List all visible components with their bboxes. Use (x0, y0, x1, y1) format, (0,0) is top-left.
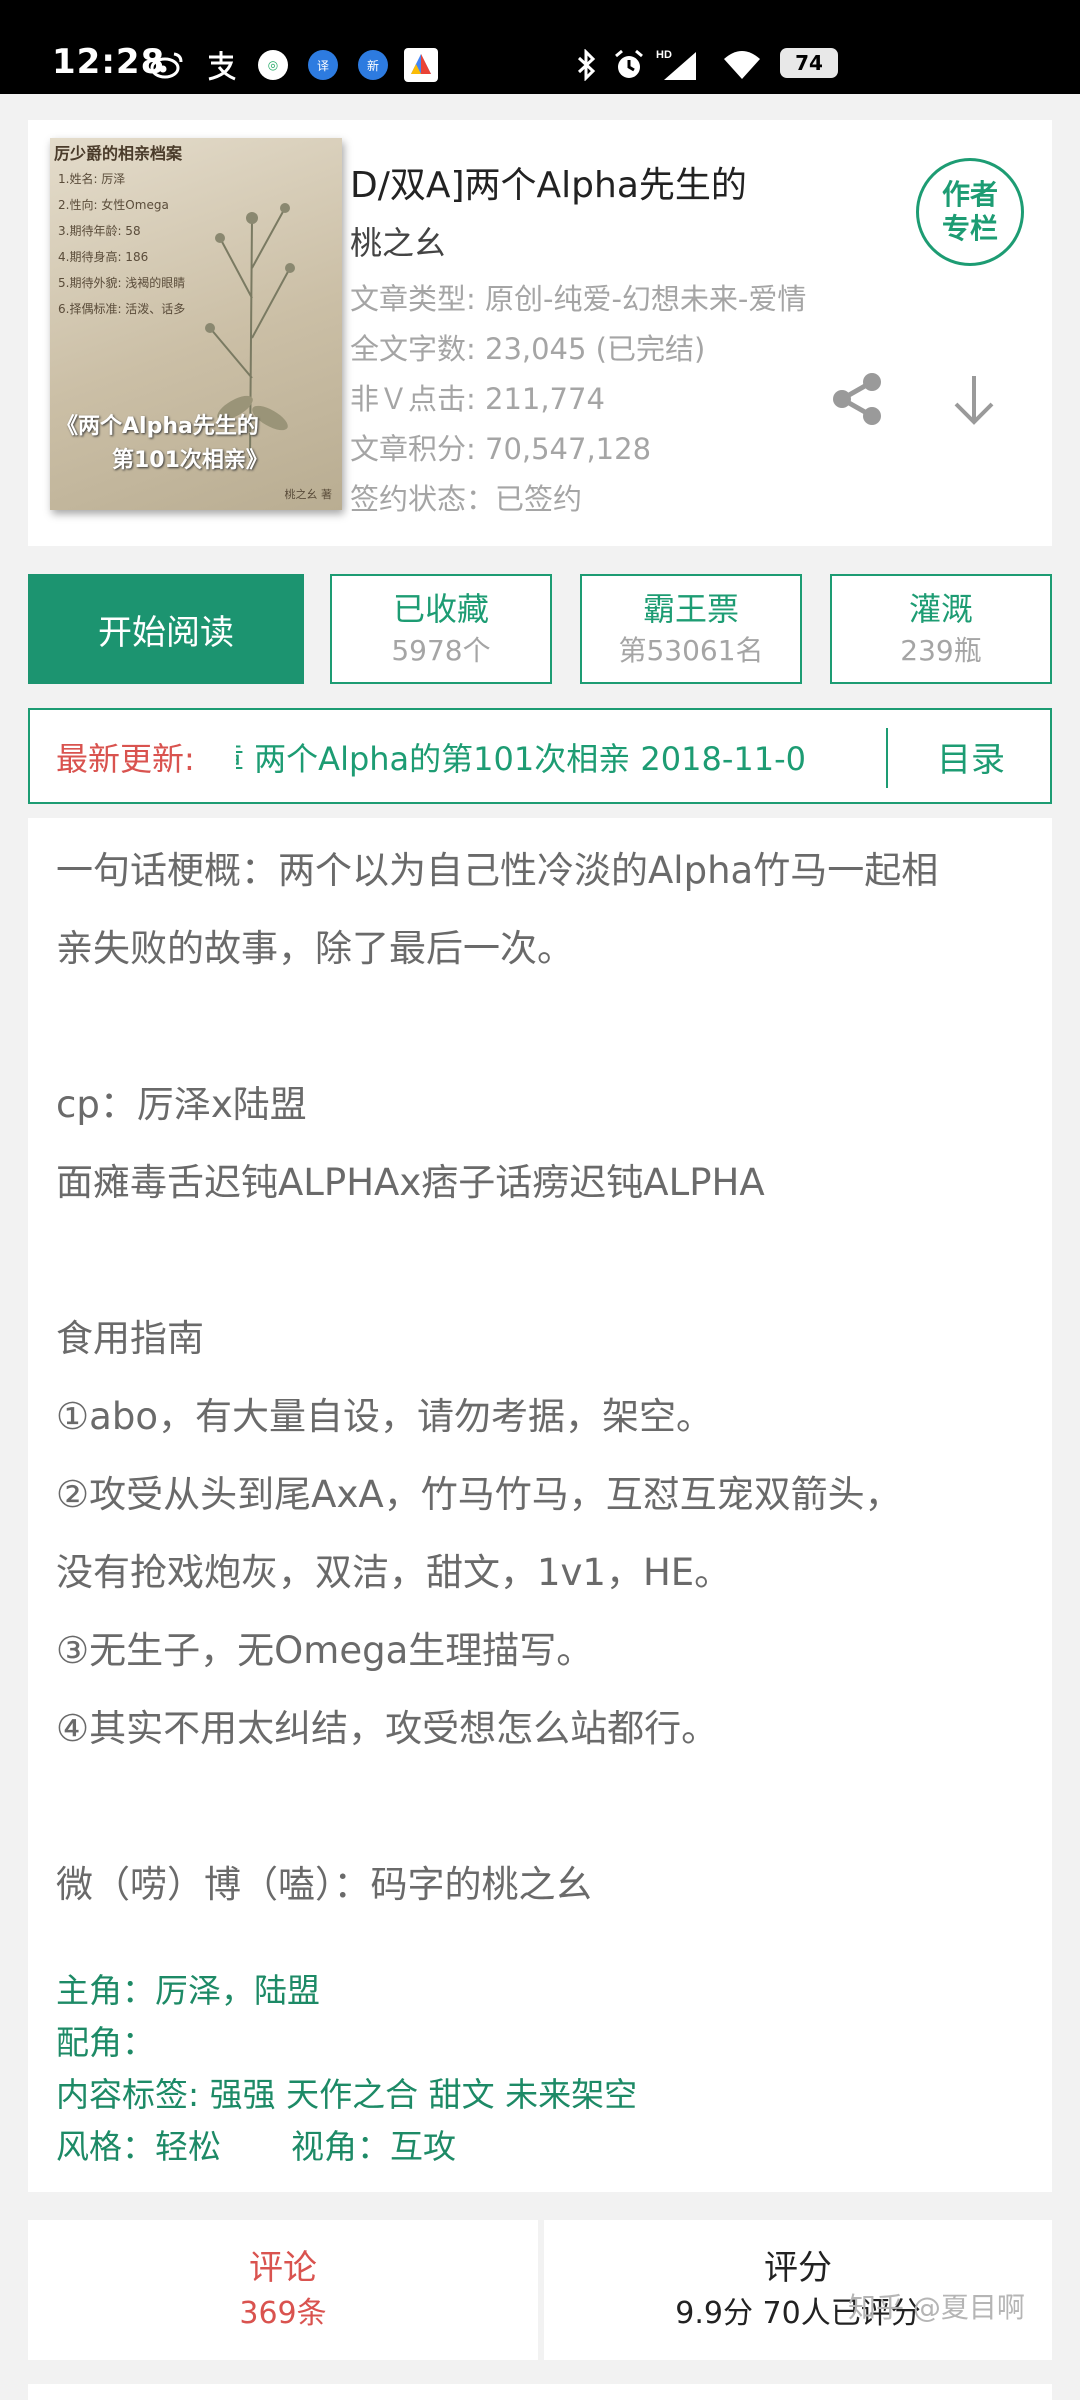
book-description: 一句话梗概：两个以为自己性冷淡的Alpha竹马一起相 亲失败的故事，除了最后一次… (28, 818, 1052, 2192)
alarm-icon (612, 48, 646, 82)
description-line: ②攻受从头到尾AxA，竹马竹马，互怼互宠双箭头， (56, 1473, 902, 1516)
pov-label: 视角：互攻 (291, 2127, 456, 2166)
book-info-card: 厉少爵的相亲档案 1.姓名: 厉泽 2.性向: 女性Omega 3.期待年龄: … (28, 120, 1052, 546)
bluetooth-icon (570, 48, 604, 82)
comments-tab[interactable]: 评论 369条 (28, 2220, 538, 2360)
book-contract-status: 签约状态：已签约 (350, 482, 583, 516)
book-title: D/双A]两个Alpha先生的 (350, 165, 747, 206)
cover-text: 1.姓名: 厉泽 2.性向: 女性Omega 3.期待年龄: 58 4.期待身高… (58, 172, 186, 316)
protagonist-line: 主角：厉泽，陆盟 (56, 1971, 320, 2010)
cover-banner: 《两个Alpha先生的 (56, 414, 259, 439)
app-notify-icon: 新 (356, 48, 390, 82)
status-bar: 12:28 ◎ 译 新 HD 74 (0, 0, 1080, 94)
nutrient-count: 239瓶 (900, 634, 982, 667)
author-column-button[interactable]: 作者 专栏 (916, 158, 1024, 266)
table-of-contents-button[interactable]: 目录 (890, 710, 1052, 802)
start-reading-button[interactable]: 开始阅读 (28, 574, 304, 684)
description-line: 一句话梗概：两个以为自己性冷淡的Alpha竹马一起相 (56, 849, 939, 892)
wifi-icon (722, 48, 762, 82)
description-line: ④其实不用太纠结，攻受想怎么站都行。 (56, 1707, 719, 1750)
collect-count: 5978个 (391, 634, 491, 667)
cover-banner: 第101次相亲》 (112, 448, 268, 473)
latest-update-chapter[interactable]: 章 两个Alpha的第101次相亲 2018-11-0 (236, 734, 908, 780)
cover-author: 桃之幺 著 (284, 488, 333, 501)
style-pov-line: 风格：轻松 视角：互攻 (56, 2120, 456, 2168)
cover-title: 厉少爵的相亲档案 (54, 144, 183, 163)
book-category: 文章类型: 原创-纯爱-幻想未来-爱情 (350, 282, 807, 316)
svg-text:HD: HD (656, 49, 672, 61)
nutrient-label: 灌溉 (908, 590, 973, 628)
update-divider (886, 728, 888, 788)
description-line: 没有抢戏炮灰，双洁，甜文，1v1，HE。 (56, 1551, 732, 1594)
content-tags[interactable]: 内容标签: 强强 天作之合 甜文 未来架空 (56, 2068, 637, 2116)
app-notify-icon: ◎ (256, 48, 290, 82)
supporting-line: 配角： (56, 2023, 155, 2062)
description-line: cp：厉泽x陆盟 (56, 1083, 307, 1126)
ticket-rank: 第53061名 (618, 634, 764, 667)
app-notify-icon: 译 (306, 48, 340, 82)
status-time: 12:28 (52, 42, 166, 82)
book-points: 文章积分: 70,547,128 (350, 432, 652, 466)
description-line: 亲失败的故事，除了最后一次。 (56, 927, 574, 970)
photos-icon (404, 48, 438, 82)
comments-label: 评论 (249, 2248, 317, 2288)
description-line: ①abo，有大量自设，请勿考据，架空。 (56, 1395, 713, 1438)
style-label: 风格：轻松 (56, 2127, 221, 2166)
share-icon[interactable] (828, 370, 886, 428)
battery-icon: 74 (780, 48, 838, 78)
description-line: 食用指南 (56, 1317, 204, 1360)
latest-update-label: 最新更新: (56, 740, 195, 778)
comments-count: 369条 (239, 2296, 327, 2331)
book-word-count: 全文字数: 23,045 (已完结) (350, 332, 706, 366)
latest-update-text: 章 两个Alpha的第101次相亲 2018-11-0 (236, 740, 807, 778)
description-line: ③无生子，无Omega生理描写。 (56, 1629, 594, 1672)
download-icon[interactable] (948, 372, 1000, 428)
book-author[interactable]: 桃之幺 (350, 218, 446, 264)
alipay-icon (204, 48, 238, 82)
signal-hd-icon: HD (656, 48, 700, 82)
next-card-edge (28, 2384, 1052, 2400)
collect-label: 已收藏 (392, 590, 489, 628)
description-line: 面瘫毒舌迟钝ALPHAx痞子话痨迟钝ALPHA (56, 1161, 765, 1204)
weibo-icon (150, 48, 184, 82)
book-cover[interactable]: 厉少爵的相亲档案 1.姓名: 厉泽 2.性向: 女性Omega 3.期待年龄: … (50, 138, 342, 510)
book-clicks: 非Ｖ点击: 211,774 (350, 382, 605, 416)
nutrient-button[interactable]: 灌溉 239瓶 (830, 574, 1052, 684)
collect-button[interactable]: 已收藏 5978个 (330, 574, 552, 684)
ticket-button[interactable]: 霸王票 第53061名 (580, 574, 802, 684)
badge-line: 专栏 (941, 212, 998, 245)
description-line: 微（唠）博（嗑）：码字的桃之幺 (56, 1863, 593, 1906)
badge-line: 作者 (941, 178, 998, 211)
latest-update-bar: 最新更新: 章 两个Alpha的第101次相亲 2018-11-0 目录 (28, 708, 1052, 804)
rating-label: 评分 (764, 2248, 832, 2288)
ticket-label: 霸王票 (642, 590, 739, 628)
watermark: 知乎 @夏目啊 (848, 2291, 1025, 2324)
